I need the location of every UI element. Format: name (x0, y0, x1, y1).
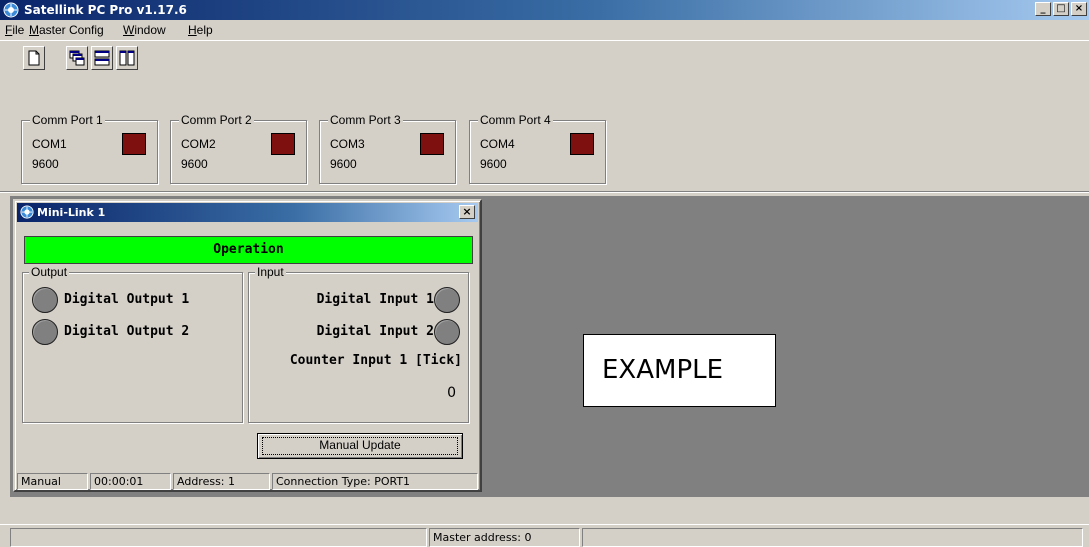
tile-horizontal-icon (94, 50, 110, 66)
comm-port-3-group: Comm Port 3 COM3 9600 (319, 113, 456, 184)
mini-link-title-bar[interactable]: Mini-Link 1 × (17, 203, 478, 222)
input-group: Input Digital Input 1 Digital Input 2 Co… (248, 265, 469, 423)
comm-port-1-baud: 9600 (32, 157, 59, 171)
maximize-button[interactable]: □ (1053, 2, 1069, 16)
mini-link-title: Mini-Link 1 (37, 206, 106, 219)
comm-port-2-group: Comm Port 2 COM2 9600 (170, 113, 307, 184)
minimize-button[interactable]: _ (1035, 2, 1051, 16)
comm-port-1-title: Comm Port 1 (30, 113, 105, 127)
new-document-icon (28, 50, 40, 66)
comm-port-2-name: COM2 (181, 137, 216, 151)
mini-link-close-button[interactable]: × (459, 205, 475, 219)
toolbar (0, 40, 1089, 74)
comm-port-4-baud: 9600 (480, 157, 507, 171)
app-title: Satellink PC Pro v1.17.6 (24, 3, 187, 17)
digital-input-2-lamp (434, 319, 460, 345)
output-group: Output Digital Output 1 Digital Output 2 (22, 265, 243, 423)
satellite-app-icon (20, 205, 34, 219)
comm-port-4-title: Comm Port 4 (478, 113, 553, 127)
digital-output-1-label: Digital Output 1 (64, 292, 190, 307)
mini-link-status-bar: Manual 00:00:01 Address: 1 Connection Ty… (17, 473, 478, 490)
output-group-title: Output (29, 265, 70, 279)
comm-port-1-status-led (122, 133, 146, 155)
counter-input-1-value: 0 (447, 385, 456, 401)
digital-output-1-lamp[interactable] (32, 287, 58, 313)
menu-window[interactable]: Window (123, 23, 166, 37)
menu-file-label: ile (12, 23, 25, 37)
mini-link-window[interactable]: Mini-Link 1 × Operation Output Digital O… (13, 199, 482, 492)
comm-port-2-baud: 9600 (181, 157, 208, 171)
tile-vertical-icon (119, 50, 135, 66)
digital-input-2-label: Digital Input 2 (316, 324, 434, 339)
comm-port-2-status-led (271, 133, 295, 155)
close-button[interactable]: × (1071, 2, 1087, 16)
comm-port-4-status-led (570, 133, 594, 155)
status-mode: Manual (17, 473, 88, 490)
digital-output-2-label: Digital Output 2 (64, 324, 190, 339)
digital-input-1-label: Digital Input 1 (316, 292, 434, 307)
comm-port-1-name: COM1 (32, 137, 67, 151)
comm-port-3-baud: 9600 (330, 157, 357, 171)
status-connection-type: Connection Type: PORT1 (272, 473, 478, 490)
status-time: 00:00:01 (90, 473, 171, 490)
menu-master-config-label: aster Config (39, 23, 104, 37)
cascade-button[interactable] (66, 46, 88, 70)
tile-vertical-button[interactable] (116, 46, 138, 70)
menu-master-config[interactable]: Master Config (29, 23, 104, 37)
tile-horizontal-button[interactable] (91, 46, 113, 70)
comm-port-3-status-led (420, 133, 444, 155)
status-pane-3 (582, 528, 1083, 547)
example-label: EXAMPLE (583, 334, 776, 407)
status-pane-1 (10, 528, 427, 547)
app-title-bar[interactable]: Satellink PC Pro v1.17.6 _ □ × (0, 0, 1089, 20)
comm-port-3-title: Comm Port 3 (328, 113, 403, 127)
manual-update-button[interactable]: Manual Update (257, 433, 463, 459)
menu-help-label: elp (196, 23, 213, 37)
menu-bar: File Master Config Window Help (0, 20, 1089, 40)
digital-output-2-lamp[interactable] (32, 319, 58, 345)
status-address: Address: 1 (173, 473, 270, 490)
comm-port-4-group: Comm Port 4 COM4 9600 (469, 113, 606, 184)
focus-rect (262, 437, 458, 455)
menu-file[interactable]: File (5, 23, 24, 37)
comm-port-2-title: Comm Port 2 (179, 113, 254, 127)
satellite-app-icon (3, 2, 19, 18)
menu-window-label: indow (134, 23, 166, 37)
comm-port-4-name: COM4 (480, 137, 515, 151)
comm-port-1-group: Comm Port 1 COM1 9600 (21, 113, 158, 184)
input-group-title: Input (255, 265, 286, 279)
panel-separator (0, 191, 1089, 193)
cascade-windows-icon (69, 50, 85, 66)
counter-input-1-label: Counter Input 1 [Tick] (289, 353, 462, 368)
master-address-status: Master address: 0 (429, 528, 580, 547)
main-status-bar: Master address: 0 (0, 524, 1089, 547)
digital-input-1-lamp (434, 287, 460, 313)
operation-status-bar: Operation (24, 236, 473, 264)
menu-help[interactable]: Help (188, 23, 213, 37)
new-button[interactable] (23, 46, 45, 70)
comm-port-3-name: COM3 (330, 137, 365, 151)
